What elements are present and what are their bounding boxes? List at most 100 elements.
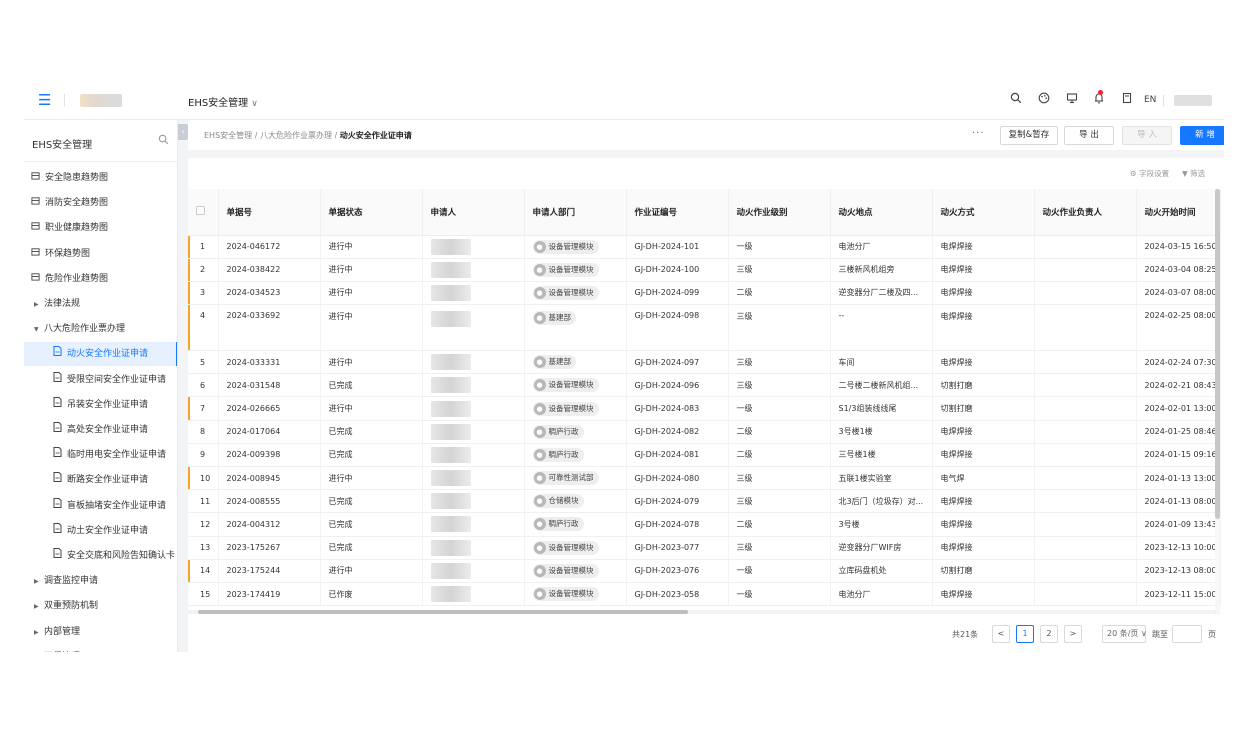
menu-icon[interactable]: ☰: [38, 93, 52, 108]
cell-doc-no[interactable]: 2024-034523: [218, 281, 321, 306]
vertical-scrollbar[interactable]: [1215, 189, 1220, 615]
table-row[interactable]: 2 2024-038422 进行中 ● 设备管理模块 GJ-DH-2024-100 三级 三楼…: [188, 258, 1221, 282]
cell-doc-no[interactable]: 2023-174419: [218, 582, 321, 607]
breadcrumb-item[interactable]: EHS安全管理: [204, 131, 252, 140]
page-2-button[interactable]: 2: [1040, 625, 1058, 643]
cell-doc-no[interactable]: 2024-004312: [218, 512, 321, 537]
search-icon[interactable]: [1008, 92, 1024, 108]
cell-doc-no[interactable]: 2024-026665: [218, 396, 321, 421]
monitor-icon[interactable]: [1064, 92, 1080, 108]
sidebar-item[interactable]: 动土安全作业证申请: [24, 519, 177, 543]
table-row[interactable]: 8 2024-017064 已完成 ● 稠庐行政 GJ-DH-2024-082 二级 3号楼1…: [188, 420, 1221, 444]
cell-owner: [1034, 536, 1137, 560]
cell-doc-no[interactable]: 2024-046172: [218, 235, 321, 259]
column-header[interactable]: 单据号: [218, 189, 321, 236]
cell-doc-no[interactable]: 2024-031548: [218, 373, 321, 398]
sidebar-item[interactable]: 消防安全趋势图: [24, 191, 177, 215]
row-number: 9: [200, 450, 206, 460]
breadcrumb: EHS安全管理 / 八大危险作业票办理 / 动火安全作业证申请: [204, 130, 412, 141]
app-switcher[interactable]: EHS安全管理 ∨: [188, 94, 258, 109]
language-switch[interactable]: EN: [1144, 95, 1156, 105]
table-row[interactable]: 15 2023-174419 已作废 ● 设备管理模块 GJ-DH-2023-058 一级电…: [188, 582, 1221, 607]
cell-doc-no[interactable]: 2024-008555: [218, 489, 321, 514]
column-header[interactable]: 作业证编号: [626, 189, 729, 236]
sidebar-item[interactable]: 安全交底和风险告知确认卡: [24, 544, 177, 568]
sidebar-item[interactable]: ▶ 调查监控申请: [24, 569, 177, 593]
page-1-button[interactable]: 1: [1016, 625, 1034, 643]
table-row[interactable]: 6 2024-031548 已完成 ● 设备管理模块 GJ-DH-2024-096 三级 二号…: [188, 373, 1221, 398]
sidebar-item[interactable]: ▶环保管理: [24, 645, 177, 653]
cell-dept: ● 设备管理模块: [524, 396, 627, 421]
sidebar-item[interactable]: ▶ 内部管理: [24, 620, 177, 644]
user-name[interactable]: [1174, 95, 1212, 106]
column-header[interactable]: 申请人部门: [524, 189, 627, 236]
table-row[interactable]: 3 2024-034523 进行中 ● 设备管理模块 GJ-DH-2024-099 二级 逆变…: [188, 281, 1221, 306]
filter-button[interactable]: ▼ 筛选: [1182, 168, 1205, 179]
sidebar-item-label: 动土安全作业证申请: [67, 525, 149, 536]
search-icon[interactable]: [158, 134, 170, 146]
table-row[interactable]: 9 2024-009398 已完成 ● 稠庐行政 GJ-DH-2024-081 二级 三号楼1…: [188, 443, 1221, 468]
sidebar-item[interactable]: ▶ 双重预防机制: [24, 594, 177, 618]
column-header[interactable]: 单据状态: [320, 189, 423, 236]
cell-doc-no[interactable]: 2024-038422: [218, 258, 321, 282]
sidebar-item[interactable]: ▶ 法律法规: [24, 292, 177, 316]
table-row[interactable]: 7 2024-026665 进行中 ● 设备管理模块 GJ-DH-2024-083 一级 S1…: [188, 396, 1221, 421]
palette-icon[interactable]: [1036, 92, 1052, 108]
table-row[interactable]: 11 2024-008555 已完成 ● 仓储模块 GJ-DH-2024-079 三级 北3后…: [188, 489, 1221, 514]
cell-method: 电焊焊接: [932, 350, 1035, 375]
page-size-select[interactable]: 20 条/页 ∨: [1102, 625, 1147, 643]
cell-doc-no[interactable]: 2023-175267: [218, 536, 321, 560]
sidebar-item[interactable]: ▼ 八大危险作业票办理: [24, 317, 177, 341]
sidebar-item[interactable]: 职业健康趋势图: [24, 216, 177, 240]
scrollbar-thumb[interactable]: [1215, 189, 1220, 519]
column-header[interactable]: 动火作业级别: [728, 189, 831, 236]
sidebar-item[interactable]: 危险作业趋势图: [24, 267, 177, 291]
table-row[interactable]: 1 2024-046172 进行中 ● 设备管理模块 GJ-DH-2024-101 一级 电池…: [188, 235, 1221, 259]
field-settings-button[interactable]: ⚙ 字段设置: [1130, 168, 1169, 179]
table-row[interactable]: 12 2024-004312 已完成 ● 稠庐行政 GJ-DH-2024-078 二级 3号楼…: [188, 512, 1221, 537]
import-button[interactable]: 导 入: [1122, 126, 1172, 145]
sidebar-item[interactable]: 安全隐患趋势图: [24, 166, 177, 190]
scrollbar-thumb[interactable]: [198, 610, 688, 614]
cell-doc-no[interactable]: 2024-033331: [218, 350, 321, 375]
avatar: [430, 261, 471, 278]
sidebar-item[interactable]: 高处安全作业证申请: [24, 418, 177, 442]
table-row[interactable]: 13 2023-175267 已完成 ● 设备管理模块 GJ-DH-2023-077 三级逆…: [188, 536, 1221, 560]
cell-doc-no[interactable]: 2024-017064: [218, 420, 321, 444]
export-button[interactable]: 导 出: [1064, 126, 1114, 145]
select-all-checkbox[interactable]: [188, 189, 219, 236]
jump-page-input[interactable]: [1172, 625, 1202, 643]
document-icon[interactable]: [1119, 92, 1135, 108]
sidebar-item[interactable]: 盲板抽堵安全作业证申请: [24, 494, 177, 518]
cell-doc-no[interactable]: 2024-008945: [218, 466, 321, 491]
breadcrumb-item[interactable]: 八大危险作业票办理: [260, 131, 332, 140]
column-header[interactable]: 动火方式: [932, 189, 1035, 236]
more-button[interactable]: ···: [972, 128, 985, 139]
copy-save-button[interactable]: 复制&暂存: [1000, 126, 1058, 145]
sidebar-item[interactable]: 临时用电安全作业证申请: [24, 443, 177, 467]
sidebar-item[interactable]: 受限空间安全作业证申请: [24, 368, 177, 392]
table-row[interactable]: 4 2024-033692 进行中 ● 基建部 GJ-DH-2024-098 三级 -- 电焊焊…: [188, 304, 1221, 352]
sidebar-item[interactable]: 断路安全作业证申请: [24, 468, 177, 492]
cell-doc-no[interactable]: 2024-033692: [218, 304, 321, 352]
column-header[interactable]: 动火开始时间: [1136, 189, 1221, 236]
new-button[interactable]: 新 增: [1180, 126, 1224, 145]
sidebar-item[interactable]: 吊装安全作业证申请: [24, 393, 177, 417]
cell-doc-no[interactable]: 2023-175244: [218, 559, 321, 583]
table-row[interactable]: 10 2024-008945 进行中 ● 可靠性测试部 GJ-DH-2024-080 三级五…: [188, 466, 1221, 491]
cell-doc-no[interactable]: 2024-009398: [218, 443, 321, 468]
cell-owner: [1034, 281, 1137, 306]
sidebar-item[interactable]: 环保趋势图: [24, 242, 177, 266]
horizontal-scrollbar[interactable]: [188, 610, 1216, 614]
table-row[interactable]: 14 2023-175244 进行中 ● 设备管理模块 GJ-DH-2023-076 一级立…: [188, 559, 1221, 583]
cell-method: 电焊焊接: [932, 443, 1035, 468]
cell-applicant: [422, 235, 525, 259]
column-header[interactable]: 动火地点: [830, 189, 933, 236]
sidebar-item[interactable]: 动火安全作业证申请: [24, 342, 177, 367]
column-header[interactable]: 动火作业负责人: [1034, 189, 1137, 236]
prev-page-button[interactable]: <: [992, 625, 1010, 643]
collapse-sidebar-button[interactable]: ‹: [178, 124, 188, 140]
column-header[interactable]: 申请人: [422, 189, 525, 236]
table-row[interactable]: 5 2024-033331 进行中 ● 基建部 GJ-DH-2024-097 三级 车间 电焊焊…: [188, 350, 1221, 375]
next-page-button[interactable]: >: [1064, 625, 1082, 643]
